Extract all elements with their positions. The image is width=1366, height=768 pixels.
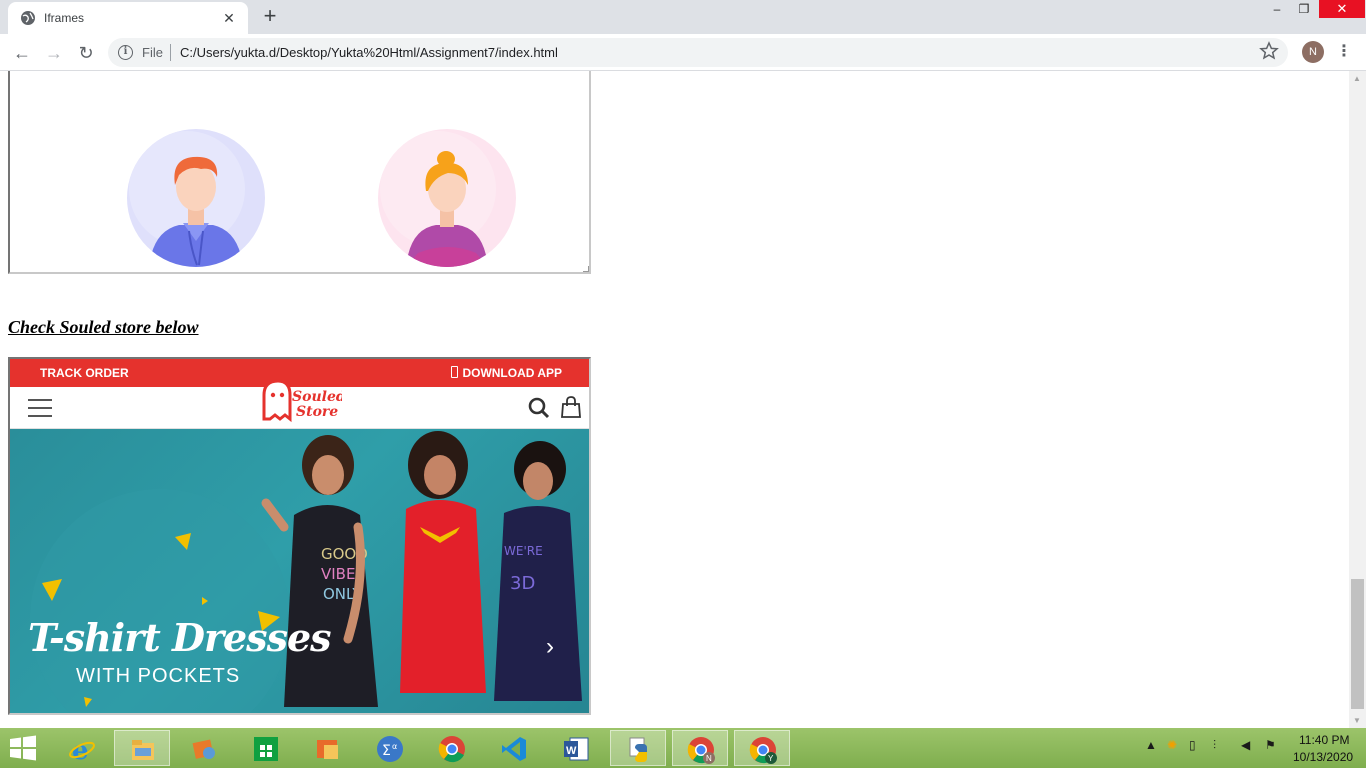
hamburger-menu-icon[interactable] — [28, 399, 52, 417]
taskbar-store[interactable] — [238, 730, 294, 766]
sun-icon[interactable]: ✺ — [1167, 738, 1177, 752]
restore-button[interactable]: ❐ — [1293, 0, 1315, 18]
svg-text:Souled: Souled — [292, 389, 342, 405]
battery-icon[interactable]: ▯ — [1189, 738, 1196, 752]
svg-text:WE'RE: WE'RE — [504, 544, 543, 558]
svg-text:W: W — [566, 745, 577, 757]
vs-code-icon — [502, 737, 526, 761]
address-bar[interactable]: i File C:/Users/yukta.d/Desktop/Yukta%20… — [108, 38, 1288, 67]
forward-button[interactable]: → — [41, 40, 67, 66]
taskbar-vs-code[interactable] — [486, 730, 542, 766]
taskbar-file-explorer[interactable] — [114, 730, 170, 766]
taskbar-word[interactable]: W — [548, 730, 604, 766]
taskbar-office-tool[interactable] — [300, 730, 356, 766]
scheme-label: File — [142, 45, 163, 60]
tab-close-icon[interactable]: ✕ — [220, 9, 238, 27]
shopping-bag-icon[interactable] — [561, 396, 581, 418]
folder-icon — [132, 740, 154, 760]
svg-text:Σ: Σ — [382, 743, 391, 759]
globe-icon — [21, 11, 35, 25]
url-text[interactable]: C:/Users/yukta.d/Desktop/Yukta%20Html/As… — [180, 45, 558, 60]
taskbar-internet-explorer[interactable]: e — [54, 730, 110, 766]
clock-date[interactable]: 10/13/2020 — [1293, 750, 1353, 764]
taskbar-chrome-profile-y[interactable]: Y — [734, 730, 790, 766]
svg-text:Y: Y — [768, 754, 774, 763]
profile-avatar[interactable]: N — [1302, 41, 1324, 63]
volume-icon[interactable]: ◀ — [1241, 738, 1250, 752]
female-avatar — [378, 129, 516, 267]
minimize-button[interactable]: – — [1266, 0, 1288, 18]
avatars-iframe[interactable] — [8, 71, 591, 274]
action-center-flag-icon[interactable]: ⚑ — [1265, 738, 1276, 752]
new-tab-button[interactable]: + — [258, 5, 282, 29]
tab-title: Iframes — [44, 11, 85, 25]
section-heading: Check Souled store below — [8, 317, 199, 337]
omnibox-separator — [170, 44, 171, 61]
svg-text:3D: 3D — [510, 573, 535, 594]
scroll-up-arrow-icon[interactable]: ▲ — [1353, 74, 1361, 83]
word-icon: W — [564, 737, 589, 761]
svg-text:Store: Store — [296, 404, 338, 420]
store-bag-icon — [254, 737, 278, 761]
star-outline-icon[interactable] — [1259, 41, 1279, 61]
reload-button[interactable]: ↻ — [73, 40, 99, 66]
browser-tab-strip: Iframes ✕ + – ❐ ✕ — [0, 0, 1366, 34]
search-icon[interactable] — [528, 397, 550, 419]
chrome-profile-y-icon: Y — [749, 737, 777, 764]
back-button[interactable]: ← — [9, 40, 35, 66]
banner-subtitle: WITH POCKETS — [76, 665, 241, 687]
python-icon — [629, 737, 647, 762]
iframe-resize-grip[interactable] — [583, 266, 589, 272]
film-reel-icon — [192, 739, 215, 759]
page-viewport: Check Souled store below TRACK ORDER DOW… — [0, 71, 1349, 728]
office-tool-icon — [317, 740, 338, 759]
svg-text:α: α — [392, 742, 397, 751]
carousel-next-icon[interactable]: › — [538, 635, 562, 659]
male-avatar — [127, 129, 265, 267]
taskbar-chrome[interactable] — [424, 730, 480, 766]
store-header: The Souled Store — [10, 379, 589, 429]
banner-title: T-shirt Dresses — [28, 615, 332, 660]
menu-kebab-icon[interactable]: ⋮ — [1334, 39, 1354, 65]
windows-start-icon[interactable] — [8, 735, 38, 761]
svg-text:N: N — [706, 754, 712, 763]
taskbar-media-player[interactable] — [176, 730, 232, 766]
taskbar-chrome-profile-n[interactable]: N — [672, 730, 728, 766]
track-order-link[interactable]: TRACK ORDER — [40, 366, 129, 380]
windows-taskbar: e Σ α W N Y ▲ ✺ ▯ ⫶ ◀ ⚑ 11:40 PM 10/13/2… — [0, 728, 1366, 768]
internet-explorer-icon: e — [69, 736, 95, 763]
browser-toolbar: ← → ↻ i File C:/Users/yukta.d/Desktop/Yu… — [0, 34, 1366, 71]
info-icon[interactable]: i — [118, 45, 133, 60]
taskbar-python[interactable] — [610, 730, 666, 766]
show-hidden-icons-icon[interactable]: ▲ — [1145, 738, 1157, 752]
chrome-profile-n-icon: N — [687, 737, 715, 764]
souled-store-logo[interactable]: The Souled Store — [258, 373, 342, 423]
math-input-icon: Σ α — [377, 736, 403, 762]
page-scrollbar[interactable]: ▲ ▼ — [1349, 71, 1366, 728]
svg-text:The: The — [302, 380, 316, 389]
souled-store-iframe[interactable]: TRACK ORDER DOWNLOAD APP The Souled Stor… — [8, 357, 591, 715]
taskbar-math-input[interactable]: Σ α — [362, 730, 418, 766]
clock-time[interactable]: 11:40 PM — [1299, 733, 1349, 747]
scroll-down-arrow-icon[interactable]: ▼ — [1353, 716, 1361, 725]
chrome-icon — [438, 736, 465, 763]
tab-iframes[interactable]: Iframes ✕ — [8, 2, 248, 34]
tshirt-dress-banner[interactable]: GOOD VIBES ONLY WE'RE 3D T-shirt Dresses… — [10, 429, 589, 713]
download-app-link[interactable]: DOWNLOAD APP — [451, 366, 562, 380]
phone-icon — [451, 366, 459, 378]
scroll-thumb[interactable] — [1351, 579, 1364, 709]
download-app-label: DOWNLOAD APP — [462, 366, 562, 380]
close-window-button[interactable]: ✕ — [1319, 0, 1365, 18]
network-signal-icon[interactable]: ⫶ — [1213, 738, 1216, 753]
